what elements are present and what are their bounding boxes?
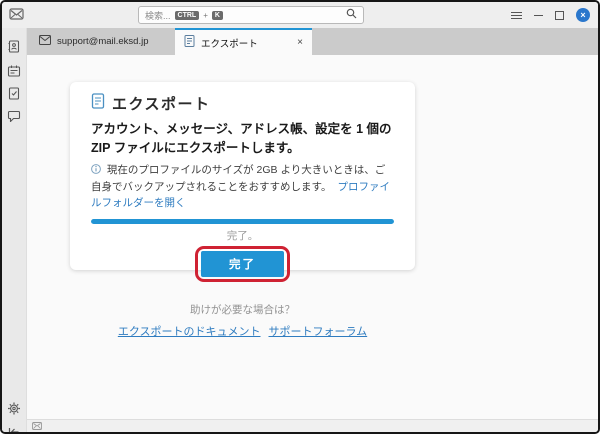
- help-links: エクスポートのドキュメント サポートフォーラム: [70, 323, 415, 339]
- export-status-text: 完了。: [226, 230, 259, 243]
- tab-close-icon[interactable]: ×: [297, 37, 303, 48]
- export-progress-bar: [91, 219, 394, 225]
- button-row: 完了: [91, 246, 394, 283]
- window-controls: ×: [511, 2, 598, 28]
- status-bar: [27, 419, 598, 432]
- search-placeholder: 検索...: [145, 10, 171, 21]
- restore-window-icon[interactable]: [555, 10, 564, 20]
- help-question: 助けが必要な場合は？: [190, 304, 295, 316]
- tab-export[interactable]: エクスポート ×: [175, 28, 312, 55]
- shortcut-plus: +: [203, 10, 208, 20]
- close-window-icon[interactable]: ×: [576, 8, 590, 22]
- calendar-icon[interactable]: [7, 64, 21, 82]
- spaces-toolbar: [2, 28, 27, 432]
- minimize-icon[interactable]: [534, 14, 543, 16]
- tasks-icon[interactable]: [8, 87, 20, 105]
- export-document-icon: [91, 92, 105, 114]
- shortcut-ctrl-badge: CTRL: [174, 10, 200, 20]
- mail-tab-icon: [39, 35, 51, 48]
- chat-icon[interactable]: [7, 109, 21, 127]
- info-icon: [91, 163, 104, 177]
- export-note: 現在のプロファイルのサイズが 2GB より大きいときは、ご自身でバックアップされ…: [91, 162, 394, 212]
- export-card: エクスポート アカウント、メッセージ、アドレス帳、設定を 1 個の ZIP ファ…: [70, 82, 415, 283]
- export-card-header: エクスポート: [91, 92, 394, 114]
- red-highlight-annotation: 完了: [195, 246, 290, 283]
- mail-tab-label: support@mail.eksd.jp: [57, 36, 149, 47]
- settings-gear-icon[interactable]: [8, 402, 21, 420]
- export-title: エクスポート: [112, 95, 211, 113]
- thunderbird-window: 検索... CTRL + K × support@mail.eksd.jp エク…: [0, 0, 600, 434]
- mail-space-icon[interactable]: [9, 7, 24, 26]
- export-documentation-link[interactable]: エクスポートのドキュメント: [118, 326, 261, 338]
- titlebar: 検索... CTRL + K ×: [2, 2, 598, 28]
- export-tab-label: エクスポート: [201, 38, 258, 50]
- export-progress-fill: [91, 219, 394, 225]
- support-forum-link[interactable]: サポートフォーラム: [269, 326, 368, 338]
- tab-mail-account[interactable]: support@mail.eksd.jp: [30, 28, 175, 55]
- done-button[interactable]: 完了: [201, 251, 284, 278]
- address-book-icon[interactable]: [8, 40, 21, 58]
- search-input[interactable]: 検索... CTRL + K: [138, 6, 364, 24]
- tab-bar: support@mail.eksd.jp エクスポート ×: [27, 28, 598, 55]
- help-section: 助けが必要な場合は？ エクスポートのドキュメント サポートフォーラム: [70, 302, 415, 339]
- export-tab-content: エクスポート アカウント、メッセージ、アドレス帳、設定を 1 個の ZIP ファ…: [27, 55, 598, 419]
- export-tab-icon: [184, 35, 195, 50]
- shortcut-k-badge: K: [211, 10, 223, 20]
- app-menu-icon[interactable]: [511, 11, 522, 19]
- search-icon: [346, 6, 357, 24]
- status-mail-indicator-icon: [32, 417, 42, 432]
- export-description: アカウント、メッセージ、アドレス帳、設定を 1 個の ZIP ファイルにエクスポ…: [91, 122, 392, 155]
- collapse-sidebar-icon[interactable]: [8, 424, 21, 432]
